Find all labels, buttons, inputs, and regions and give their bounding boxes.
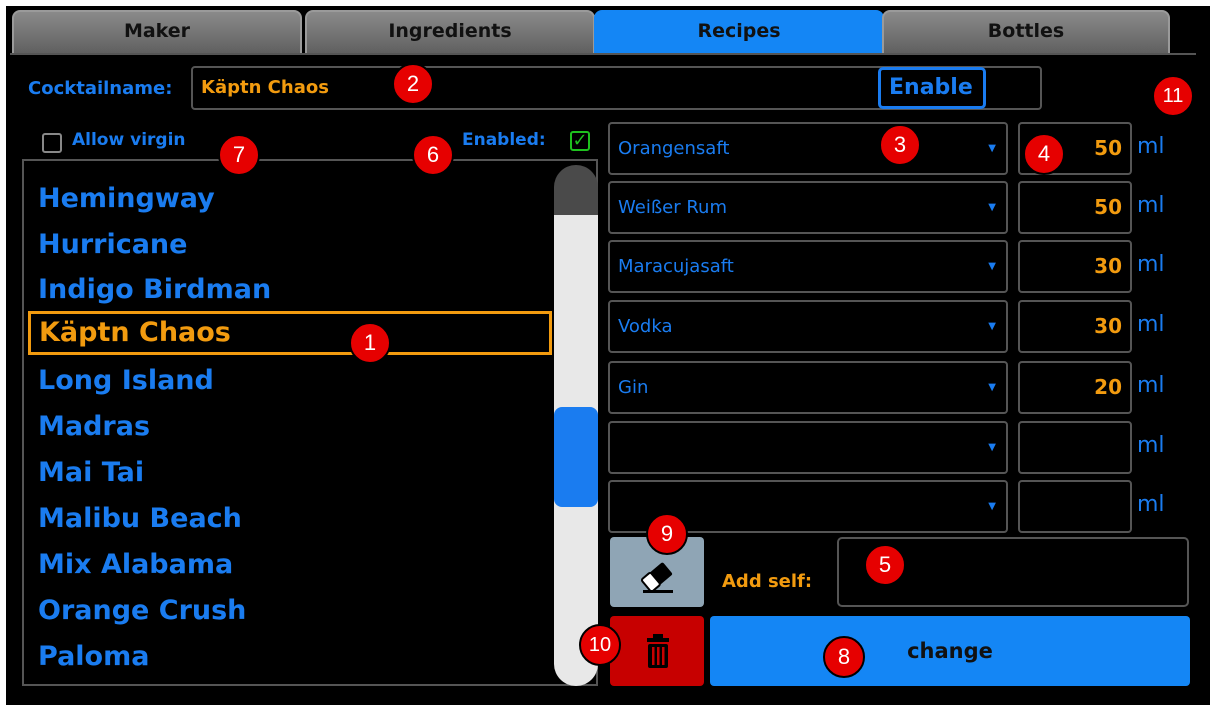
ingredient-select-value: Orangensaft [618, 138, 730, 159]
ingredient-amount-6[interactable] [1018, 421, 1132, 474]
unit-label: ml [1137, 193, 1165, 218]
change-button[interactable]: change [710, 616, 1190, 686]
tab-divider [10, 53, 1196, 55]
ingredient-select-6[interactable]: ▼ [608, 421, 1008, 474]
dropdown-arrow-icon: ▼ [988, 143, 996, 154]
ingredient-select-value: Vodka [618, 316, 673, 337]
list-item[interactable]: Mix Alabama [34, 543, 558, 587]
tab-recipes[interactable]: Recipes [594, 10, 884, 54]
unit-label: ml [1137, 373, 1165, 398]
callout-marker: 3 [879, 124, 921, 166]
enable-button[interactable]: Enable [878, 67, 986, 109]
dropdown-arrow-icon: ▼ [988, 442, 996, 453]
callout-marker: 1 [349, 322, 391, 364]
callout-marker: 5 [864, 544, 906, 586]
dropdown-arrow-icon: ▼ [988, 261, 996, 272]
unit-label: ml [1137, 492, 1165, 517]
allow-virgin-label: Allow virgin [72, 130, 186, 150]
dropdown-arrow-icon: ▼ [988, 202, 996, 213]
enabled-checkbox[interactable]: ✓ [570, 131, 590, 151]
dropdown-arrow-icon: ▼ [988, 321, 996, 332]
list-item[interactable]: Malibu Beach [34, 497, 558, 541]
list-item[interactable]: Orange Crush [34, 589, 558, 633]
callout-marker: 11 [1152, 75, 1194, 117]
list-item[interactable]: Hurricane [34, 223, 558, 267]
list-item[interactable]: Hemingway [34, 177, 558, 221]
ingredient-select-2[interactable]: Weißer Rum ▼ [608, 181, 1008, 234]
list-item[interactable]: Madras [34, 405, 558, 449]
cocktail-list[interactable]: Hemingway Hurricane Indigo Birdman Käptn… [22, 159, 598, 686]
cocktailname-label: Cocktailname: [28, 78, 173, 99]
enabled-label: Enabled: [462, 130, 546, 150]
callout-marker: 9 [646, 513, 688, 555]
callout-marker: 2 [392, 63, 434, 105]
tab-bottles[interactable]: Bottles [882, 10, 1170, 54]
ingredient-amount-4[interactable]: 30 [1018, 300, 1132, 353]
unit-label: ml [1137, 134, 1165, 159]
tab-maker[interactable]: Maker [12, 10, 302, 54]
unit-label: ml [1137, 433, 1165, 458]
ingredient-select-1[interactable]: Orangensaft ▼ [608, 122, 1008, 175]
callout-marker: 6 [412, 134, 454, 176]
ingredient-select-5[interactable]: Gin ▼ [608, 361, 1008, 414]
allow-virgin-checkbox[interactable] [42, 133, 62, 153]
callout-marker: 10 [579, 624, 621, 666]
tab-ingredients[interactable]: Ingredients [305, 10, 595, 54]
ingredient-select-value: Maracujasaft [618, 256, 734, 277]
list-item-selected[interactable]: Käptn Chaos [28, 311, 552, 355]
ingredient-amount-2[interactable]: 50 [1018, 181, 1132, 234]
unit-label: ml [1137, 252, 1165, 277]
ingredient-select-value: Gin [618, 377, 649, 398]
unit-label: ml [1137, 312, 1165, 337]
ingredient-amount-5[interactable]: 20 [1018, 361, 1132, 414]
callout-marker: 8 [823, 636, 865, 678]
add-self-label: Add self: [722, 571, 813, 592]
list-item[interactable]: Long Island [34, 359, 558, 403]
ingredient-amount-7[interactable] [1018, 480, 1132, 533]
ingredient-select-value: Weißer Rum [618, 197, 727, 218]
dropdown-arrow-icon: ▼ [988, 382, 996, 393]
trash-icon [647, 634, 669, 668]
list-item[interactable]: Paloma [34, 635, 558, 679]
ingredient-select-4[interactable]: Vodka ▼ [608, 300, 1008, 353]
list-item[interactable]: Mai Tai [34, 451, 558, 495]
list-item[interactable]: Indigo Birdman [34, 268, 558, 312]
delete-button[interactable] [610, 616, 704, 686]
callout-marker: 4 [1023, 133, 1065, 175]
ingredient-amount-3[interactable]: 30 [1018, 240, 1132, 293]
ingredient-select-3[interactable]: Maracujasaft ▼ [608, 240, 1008, 293]
dropdown-arrow-icon: ▼ [988, 501, 996, 512]
list-scrollbar-thumb[interactable] [554, 407, 598, 507]
callout-marker: 7 [218, 134, 260, 176]
